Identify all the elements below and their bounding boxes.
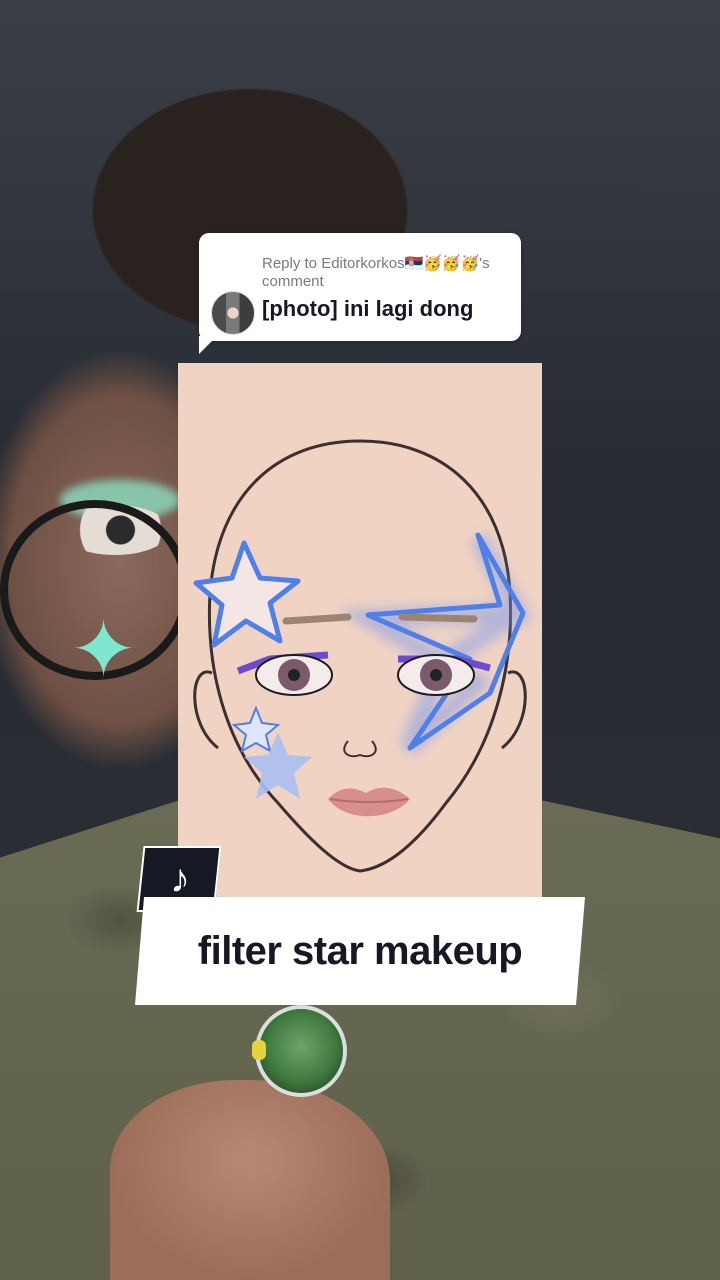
- reply-comment-bubble[interactable]: Reply to Editorkorkos🇷🇸🥳🥳🥳's comment [ph…: [199, 233, 521, 341]
- commenter-avatar: [211, 291, 255, 335]
- mint-star-decoration: ✦: [70, 605, 138, 694]
- hand: [110, 1080, 390, 1280]
- pen-clip: [252, 1040, 266, 1060]
- left-pupil: [288, 669, 300, 681]
- face-drawing: [193, 439, 533, 873]
- reply-bubble-tail: [199, 336, 217, 354]
- makeup-face-illustration: [178, 363, 542, 903]
- left-ear: [193, 670, 219, 750]
- nose: [343, 740, 377, 758]
- cheek-star-small: [231, 705, 281, 754]
- left-star: [193, 540, 301, 648]
- right-ear: [501, 670, 527, 750]
- caption-box: filter star makeup: [135, 897, 585, 1005]
- right-pupil: [430, 669, 442, 681]
- reply-to-label: Reply to Editorkorkos🇷🇸🥳🥳🥳's comment: [262, 255, 490, 290]
- caption-text: filter star makeup: [197, 928, 523, 973]
- pen-badge: [255, 1005, 347, 1097]
- reply-comment-text: [photo] ini lagi dong: [262, 296, 474, 321]
- right-brow: [398, 613, 478, 623]
- left-brow: [282, 613, 352, 625]
